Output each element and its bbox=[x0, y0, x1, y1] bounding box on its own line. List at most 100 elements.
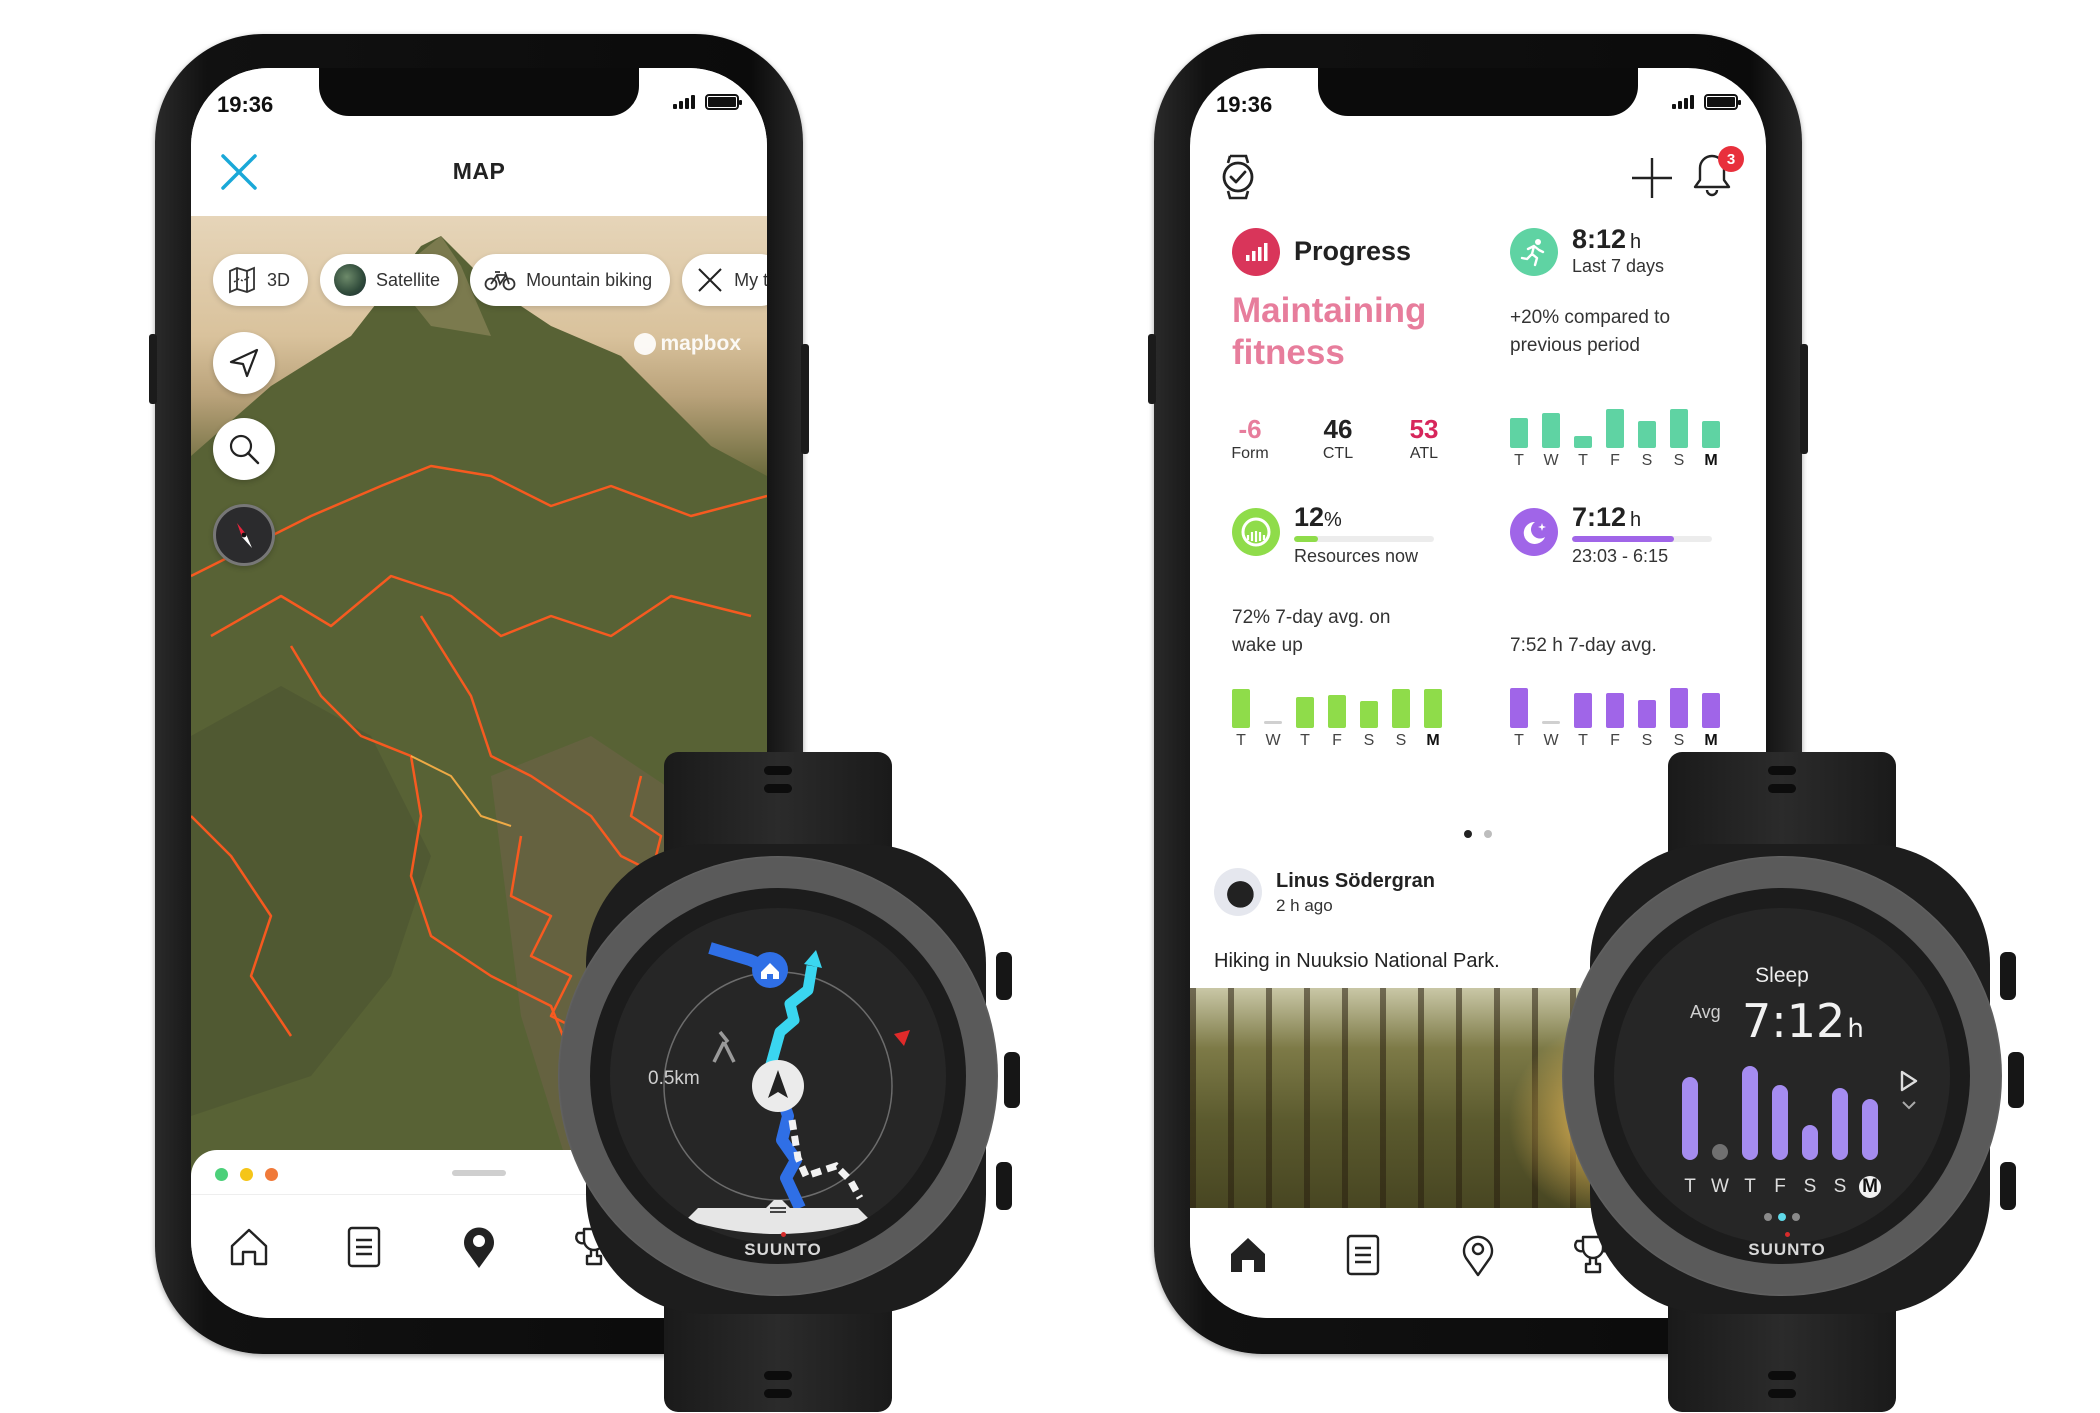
chip-my-tracks[interactable]: My t bbox=[682, 254, 767, 306]
orange-dot bbox=[265, 1168, 278, 1181]
notch bbox=[319, 68, 639, 116]
tab-diary[interactable] bbox=[306, 1200, 421, 1318]
document-list-icon bbox=[347, 1226, 380, 1268]
chart-bar bbox=[1574, 693, 1592, 728]
widget-pager[interactable] bbox=[1464, 830, 1492, 838]
chart-day-label: S bbox=[1673, 452, 1685, 469]
watch-button-bottom[interactable] bbox=[996, 1162, 1012, 1210]
watch-pager-dot bbox=[1778, 1213, 1786, 1221]
sleep-widget[interactable]: 7:12 h 23:03 - 6:15 7:52 h 7-day avg. T W T… bbox=[1478, 502, 1748, 768]
watch-chart-day-label: S bbox=[1803, 1176, 1817, 1197]
tab-map[interactable] bbox=[421, 1200, 536, 1318]
tab-diary[interactable] bbox=[1305, 1208, 1420, 1318]
activity-value: 8:12 h bbox=[1572, 224, 1642, 254]
watch-navigation-display: 0.5km bbox=[610, 908, 946, 1244]
pager-dot[interactable] bbox=[1484, 830, 1492, 838]
play-next-icon[interactable] bbox=[1898, 1068, 1920, 1118]
watch-pager-dot bbox=[1792, 1213, 1800, 1221]
compass-button[interactable] bbox=[213, 504, 275, 566]
metric-atl: 53 ATL bbox=[1394, 414, 1454, 463]
chart-bar bbox=[1670, 409, 1688, 448]
tab-home[interactable] bbox=[191, 1200, 306, 1318]
tent-poi-icon bbox=[712, 1030, 736, 1063]
chart-bar bbox=[1638, 700, 1656, 728]
mapbox-attribution[interactable]: mapbox bbox=[634, 332, 741, 356]
tab-map[interactable] bbox=[1420, 1208, 1535, 1318]
drag-handle[interactable] bbox=[452, 1170, 506, 1176]
volume-button bbox=[1148, 334, 1156, 404]
resources-progress-bar bbox=[1294, 536, 1434, 542]
watch-pager-dot bbox=[1764, 1213, 1772, 1221]
page-title: MAP bbox=[452, 158, 506, 184]
metric-label: Form bbox=[1231, 445, 1269, 462]
close-x-icon bbox=[698, 268, 722, 292]
chip-mountain-biking[interactable]: Mountain biking bbox=[470, 254, 671, 306]
activity-bar-chart: TWTFSSM bbox=[1510, 400, 1740, 470]
progress-status: Maintaining fitness bbox=[1232, 291, 1427, 372]
chart-day-label: F bbox=[1332, 732, 1342, 749]
pager-dot[interactable] bbox=[1464, 830, 1472, 838]
sleep-progress-bar bbox=[1572, 536, 1712, 542]
resources-gauge-icon bbox=[1232, 508, 1280, 556]
menu-handle[interactable] bbox=[686, 1200, 870, 1234]
watch-button-bottom[interactable] bbox=[2000, 1162, 2016, 1210]
sleep-avg-value: 7:12h bbox=[1742, 994, 1864, 1048]
status-time: 19:36 bbox=[1216, 92, 1273, 117]
status-icons bbox=[1672, 94, 1741, 110]
feed-author[interactable]: Linus Södergran bbox=[1276, 870, 1435, 893]
resources-desc: 72% 7-day avg. on wake up bbox=[1232, 607, 1391, 656]
home-outline-icon bbox=[230, 1228, 267, 1266]
watch-button-top[interactable] bbox=[996, 952, 1012, 1000]
avg-label: Avg bbox=[1690, 1002, 1721, 1022]
feed-time: 2 h ago bbox=[1276, 896, 1333, 915]
chart-day-label: T bbox=[1236, 732, 1246, 749]
watch-chart-bar bbox=[1862, 1099, 1878, 1160]
metric-value: 53 bbox=[1409, 414, 1439, 444]
watch-check-icon[interactable] bbox=[1220, 154, 1256, 200]
progress-title: Progress bbox=[1294, 236, 1412, 266]
chart-day-label: S bbox=[1673, 732, 1685, 749]
search-icon bbox=[229, 434, 260, 465]
home-filled-icon bbox=[1230, 1238, 1265, 1272]
watch-button-middle[interactable] bbox=[2008, 1052, 2024, 1108]
watch-chart-bar bbox=[1682, 1077, 1698, 1160]
plus-icon[interactable] bbox=[1630, 156, 1674, 200]
feed-text: Hiking in Nuuksio National Park. bbox=[1214, 950, 1500, 972]
watch-button-top[interactable] bbox=[2000, 952, 2016, 1000]
avatar[interactable] bbox=[1214, 868, 1262, 916]
chart-bar bbox=[1542, 413, 1560, 448]
watch-chart-day-label: T bbox=[1684, 1176, 1696, 1197]
signal-icon bbox=[673, 95, 695, 109]
watch-chart-day-label: M bbox=[1859, 1176, 1881, 1198]
chart-day-label: T bbox=[1578, 452, 1588, 469]
north-indicator-icon bbox=[894, 1030, 910, 1046]
chart-day-label: S bbox=[1395, 732, 1407, 749]
resources-widget[interactable]: 12% Resources now 72% 7-day avg. on wake… bbox=[1190, 502, 1475, 768]
mapbox-logo-icon bbox=[634, 333, 657, 355]
chart-day-label: T bbox=[1300, 732, 1310, 749]
locate-button[interactable] bbox=[213, 332, 275, 394]
chip-label: 3D bbox=[267, 269, 291, 290]
chart-day-label: W bbox=[1265, 732, 1281, 749]
watch-chart-empty-dot bbox=[1712, 1144, 1728, 1160]
search-button[interactable] bbox=[213, 418, 275, 480]
watch-chart-day-label: W bbox=[1711, 1176, 1729, 1197]
chip-3d[interactable]: 3D bbox=[213, 254, 309, 306]
chart-day-label: W bbox=[1543, 732, 1559, 749]
watch-button-middle[interactable] bbox=[1004, 1052, 1020, 1108]
notifications-button[interactable]: 3 bbox=[1692, 146, 1744, 202]
progress-widget[interactable]: Progress Maintaining fitness -6 Form 46 … bbox=[1190, 228, 1475, 478]
watch-chart-day-label: T bbox=[1744, 1176, 1756, 1197]
metric-value: 46 bbox=[1323, 414, 1353, 444]
watch-chart-day-label: F bbox=[1774, 1176, 1786, 1197]
chart-bar bbox=[1510, 688, 1528, 728]
sleep-value: 7:12 h bbox=[1572, 502, 1642, 532]
chart-bar bbox=[1232, 689, 1250, 728]
metric-value: -6 bbox=[1238, 414, 1262, 444]
distance-label: 0.5km bbox=[648, 1068, 700, 1089]
tab-home[interactable] bbox=[1190, 1208, 1305, 1318]
chip-satellite[interactable]: Satellite bbox=[320, 254, 459, 306]
chart-day-label: S bbox=[1641, 452, 1653, 469]
battery-icon bbox=[705, 94, 742, 110]
activity-widget[interactable]: 8:12 h Last 7 days +20% compared to previ… bbox=[1478, 224, 1748, 478]
